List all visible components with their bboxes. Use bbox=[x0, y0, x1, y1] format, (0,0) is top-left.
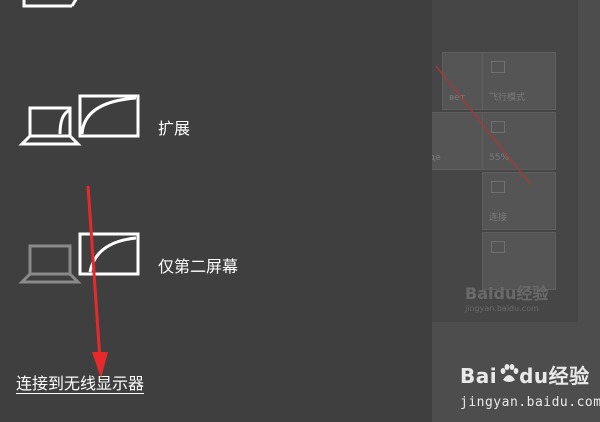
second-screen-only-icon bbox=[18, 232, 140, 284]
panel-watermark-brand: Bai bbox=[465, 284, 494, 303]
project-panel: 扩展 仅第二屏幕 连接到无线显示器 bbox=[0, 0, 432, 422]
airplane-mode-label: 飞行模式 bbox=[489, 93, 526, 103]
settings-icon bbox=[491, 241, 505, 253]
panel-watermark-jingyan: 经验 bbox=[516, 284, 549, 303]
panel-watermark-url: jingyan.baidu.com bbox=[465, 304, 539, 313]
connect-tile: 连接 bbox=[482, 172, 556, 230]
project-option-extend[interactable]: 扩展 bbox=[18, 92, 418, 162]
panel-watermark: Baidu经验 jingyan.baidu.com bbox=[465, 280, 548, 313]
watermark-bai: Bai bbox=[460, 364, 498, 388]
extend-icon bbox=[18, 94, 140, 146]
quick-action-label: вет bbox=[449, 93, 466, 103]
panel-watermark-du: du bbox=[493, 284, 517, 303]
project-option-duplicate[interactable] bbox=[18, 0, 418, 28]
brightness-tile: 55% bbox=[482, 112, 556, 170]
airplane-mode-tile: 飞行模式 bbox=[482, 52, 556, 110]
duplicate-icon bbox=[22, 0, 78, 8]
watermark-url: jingyan.baidu.com bbox=[460, 395, 600, 410]
baidu-paw-icon bbox=[498, 363, 519, 383]
connect-label: 连接 bbox=[489, 213, 508, 223]
connect-icon bbox=[491, 181, 505, 193]
watermark-du: du bbox=[519, 364, 549, 388]
second-screen-only-label: 仅第二屏幕 bbox=[158, 257, 239, 276]
connect-wireless-display-link[interactable]: 连接到无线显示器 bbox=[16, 370, 144, 394]
baidu-jingyan-watermark: Bai du经验 jingyan.baidu.com bbox=[460, 360, 600, 410]
project-option-second-screen-only[interactable]: 仅第二屏幕 bbox=[18, 230, 418, 300]
extend-label: 扩展 bbox=[158, 119, 191, 138]
action-center-panel: вет 飞行模式 де 55% 连接 bbox=[422, 0, 578, 322]
airplane-icon bbox=[491, 61, 505, 73]
brightness-label: 55% bbox=[489, 153, 510, 163]
watermark-jingyan: 经验 bbox=[548, 364, 590, 388]
brightness-icon bbox=[491, 121, 505, 133]
